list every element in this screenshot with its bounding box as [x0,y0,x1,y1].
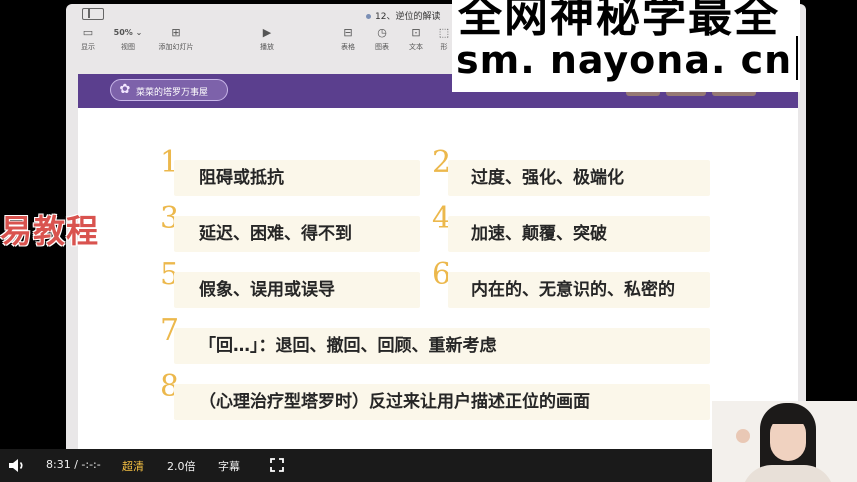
add-slide-icon: ⊞ [171,26,181,39]
presenter-hand [736,429,750,443]
document-title: 12、逆位的解读 [366,9,440,22]
speed-button[interactable]: 2.0倍 [167,458,196,474]
sidebar-toggle-icon[interactable] [82,8,104,20]
toolbar-display-button[interactable]: ▭ 显示 [74,26,102,52]
toolbar-label: 形 [440,43,448,51]
item-text: 加速、颠覆、突破 [471,224,607,244]
toolbar-play-button[interactable]: ▶ 播放 [254,26,280,52]
item-text: 延迟、困难、得不到 [199,224,352,244]
playback-time: 8:31 / -:-:- [46,458,101,471]
toolbar-add-slide-button[interactable]: ⊞ 添加幻灯片 [152,26,200,52]
text-cursor [796,36,798,80]
toolbar-table-button[interactable]: ⊟ 表格 [336,26,360,52]
shape-icon: ⬚ [438,26,450,39]
toolbar-label: 显示 [81,43,95,51]
presenter-bangs [766,406,810,424]
item-text: 阻碍或抵抗 [199,168,284,188]
slide-canvas[interactable]: ✿ 菜菜的塔罗万事屋 1 阻碍或抵抗 2 过度、强化、极端化 3 延迟、困难、得… [78,74,798,449]
toolbar-label: 图表 [375,43,389,51]
item-text: （心理治疗型塔罗时）反过来让用户描述正位的画面 [199,392,590,412]
presenter-body [742,465,834,482]
side-overlay-text: 易教程 [0,212,100,250]
toolbar-shape-button[interactable]: ⬚ 形 [436,26,452,52]
toolbar-zoom-button[interactable]: 50% ⌄ 视图 [110,26,146,52]
zoom-value: 50% ⌄ [113,28,143,37]
document-title-text: 12、逆位的解读 [375,12,441,22]
volume-icon[interactable] [8,458,26,473]
item-text: 假象、误用或误导 [199,280,335,300]
chart-icon: ◷ [377,26,387,39]
toolbar-label: 文本 [409,43,423,51]
banner-logo-text: 菜菜的塔罗万事屋 [136,88,209,98]
watermark-line-2: sm. nayona. cn [456,38,793,82]
toolbar-label: 表格 [341,43,355,51]
table-icon: ⊟ [343,26,353,39]
subtitles-button[interactable]: 字幕 [218,458,240,474]
cat-logo-icon: ✿ [119,82,131,97]
document-status-icon [366,14,371,19]
banner-logo: ✿ 菜菜的塔罗万事屋 [110,79,228,101]
quality-button[interactable]: 超清 [122,458,144,474]
watermark: 全网神秘学最全 sm. nayona. cn [452,0,800,92]
text-icon: ⊡ [411,26,421,39]
webcam-overlay [712,401,857,482]
sidebar-panel-icon: ▭ [82,26,94,39]
play-icon: ▶ [262,26,272,39]
toolbar-chart-button[interactable]: ◷ 图表 [370,26,394,52]
toolbar-label: 播放 [260,43,274,51]
video-player-bar: 8:31 / -:-:- 超清 2.0倍 字幕 [0,449,712,482]
toolbar-text-button[interactable]: ⊡ 文本 [404,26,428,52]
toolbar-label: 添加幻灯片 [158,43,194,51]
item-text: 内在的、无意识的、私密的 [471,280,675,300]
fullscreen-icon[interactable] [270,458,284,472]
item-text: 「回…」：退回、撤回、回顾、重新考虑 [199,336,497,356]
toolbar-label: 视图 [121,43,135,51]
item-text: 过度、强化、极端化 [471,168,624,188]
